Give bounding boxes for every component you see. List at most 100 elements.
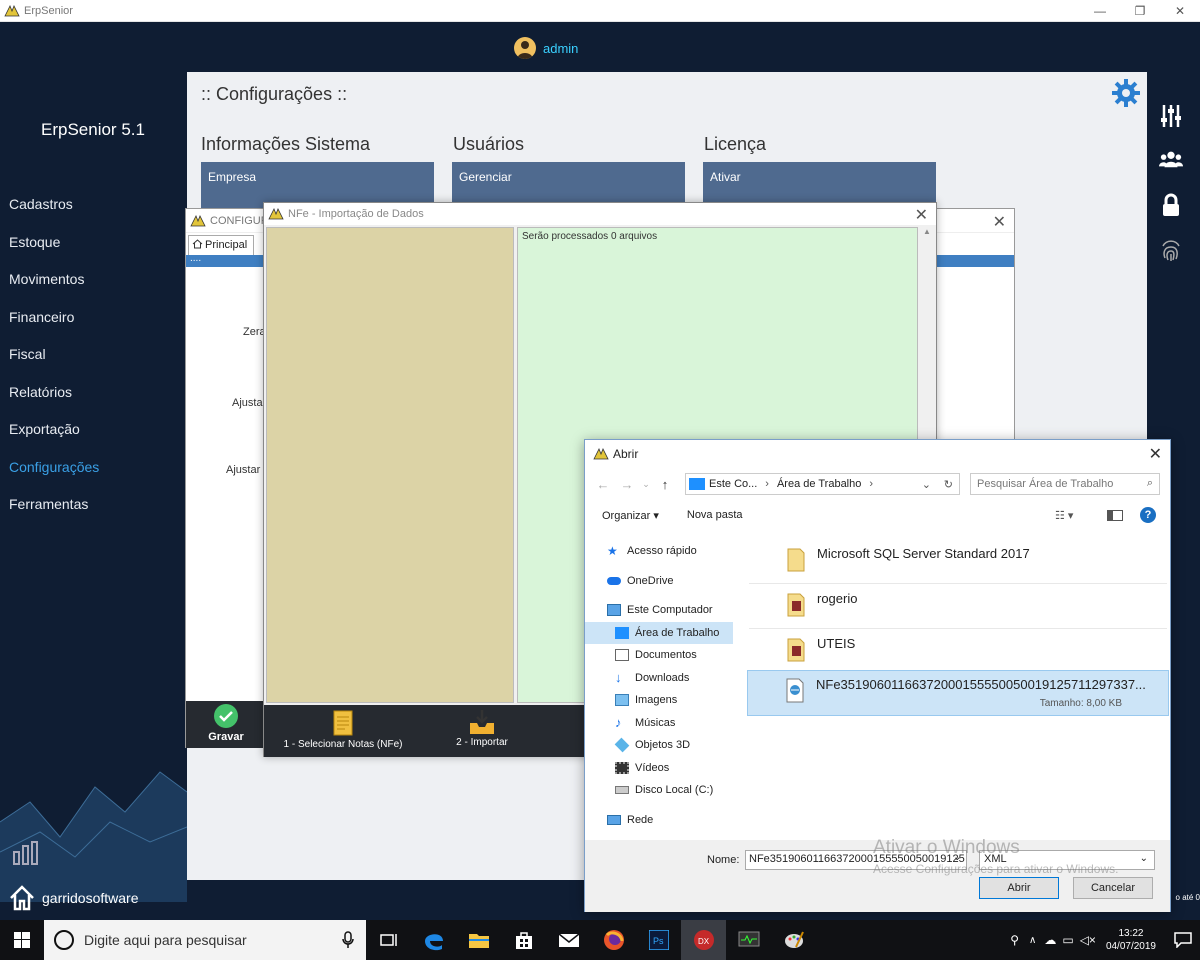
sidebar-item-estoque[interactable]: Estoque: [9, 232, 99, 270]
xml-file-icon: [786, 678, 804, 703]
import-button[interactable]: 2 - Importar: [447, 709, 517, 748]
tree-item-documentos[interactable]: Documentos: [585, 644, 733, 667]
tree-item-downloads[interactable]: ↓ Downloads: [585, 667, 733, 690]
tree-item-imagens[interactable]: Imagens: [585, 689, 733, 712]
forward-arrow-icon[interactable]: →: [615, 477, 639, 492]
tree-item-este-computador[interactable]: Este Computador: [585, 599, 733, 622]
disk-icon: [615, 786, 629, 795]
maximize-button[interactable]: ❐: [1120, 0, 1160, 22]
edge-icon[interactable]: [411, 920, 456, 960]
list-item[interactable]: rogerio: [749, 585, 1167, 629]
tree-item-videos[interactable]: Vídeos: [585, 757, 733, 780]
chevron-down-icon: ⌄: [1139, 853, 1148, 864]
sidebar-item-exportacao[interactable]: Exportação: [9, 419, 99, 457]
microphone-icon[interactable]: [342, 931, 354, 949]
monitor-app-icon[interactable]: [726, 920, 771, 960]
window-title: ErpSenior: [24, 4, 73, 17]
open-button[interactable]: Abrir: [979, 877, 1059, 899]
sidebar-item-financeiro[interactable]: Financeiro: [9, 307, 99, 345]
folder-icon: [787, 593, 805, 617]
cancel-button[interactable]: Cancelar: [1073, 877, 1153, 899]
fingerprint-icon[interactable]: [1159, 238, 1183, 262]
users-icon[interactable]: [1159, 147, 1183, 171]
tree-item-rede[interactable]: Rede: [585, 809, 733, 832]
list-item[interactable]: UTEIS: [749, 630, 1167, 674]
tree-label: Área de Trabalho: [635, 626, 720, 639]
tree-label: Downloads: [635, 671, 690, 684]
image-icon: [615, 694, 629, 707]
close-button[interactable]: ✕: [1160, 0, 1200, 22]
status-text: Serão processados 0 arquivos: [522, 231, 658, 242]
tab-principal[interactable]: Principal: [188, 235, 255, 255]
stats-icon[interactable]: [12, 840, 40, 866]
paint-palette-icon[interactable]: [771, 920, 816, 960]
recent-chevron-icon[interactable]: ⌄: [639, 479, 653, 490]
tree-item-acesso-rapido[interactable]: ★ Acesso rápido: [585, 540, 733, 563]
volume-icon[interactable]: ◁×: [1080, 933, 1096, 947]
save-button[interactable]: Gravar: [186, 701, 266, 748]
task-view-icon[interactable]: [366, 920, 411, 960]
gear-icon[interactable]: [1111, 78, 1141, 108]
chevron-up-icon[interactable]: ∧: [1029, 935, 1036, 946]
section-title-licenca: Licença: [704, 134, 767, 154]
tree-item-musicas[interactable]: ♪ Músicas: [585, 712, 733, 735]
sliders-icon[interactable]: [1159, 104, 1183, 128]
home-icon[interactable]: [8, 884, 36, 912]
onedrive-tray-icon[interactable]: ☁: [1044, 933, 1056, 947]
file-name: Microsoft SQL Server Standard 2017: [817, 546, 1030, 561]
breadcrumb-pc[interactable]: Este Co...: [709, 478, 757, 490]
app-logo-icon: [593, 448, 609, 460]
close-icon[interactable]: ✕: [915, 205, 928, 225]
photoshop-icon[interactable]: Ps: [636, 920, 681, 960]
nfe-file-list[interactable]: [266, 227, 514, 703]
refresh-icon[interactable]: ↻: [944, 478, 953, 491]
people-icon[interactable]: ⚲: [1010, 933, 1019, 947]
preview-pane-icon[interactable]: [1107, 509, 1123, 521]
address-bar[interactable]: Este Co... › Área de Trabalho › ⌄ ↻: [685, 473, 960, 495]
tree-label: OneDrive: [627, 574, 674, 587]
tree-label: Objetos 3D: [635, 739, 691, 752]
sidebar-item-movimentos[interactable]: Movimentos: [9, 269, 99, 307]
close-icon[interactable]: ✕: [1149, 444, 1162, 464]
tree-item-objetos-3d[interactable]: Objetos 3D: [585, 734, 733, 757]
list-item[interactable]: Microsoft SQL Server Standard 2017: [749, 540, 1167, 584]
sidebar-item-relatorios[interactable]: Relatórios: [9, 382, 99, 420]
user-header[interactable]: admin: [514, 37, 578, 59]
firefox-icon[interactable]: [591, 920, 636, 960]
tree-item-onedrive[interactable]: OneDrive: [585, 570, 733, 593]
sidebar-item-configuracoes[interactable]: Configurações: [9, 457, 99, 495]
list-item[interactable]: NFe3519060116637200015555005001912571129…: [747, 670, 1169, 716]
view-options-icon[interactable]: ☷ ▾: [1055, 509, 1073, 522]
select-notes-button[interactable]: 1 - Selecionar Notas (NFe): [278, 709, 408, 750]
tree-item-disco-local[interactable]: Disco Local (C:): [585, 779, 733, 802]
network-icon[interactable]: ▭: [1062, 933, 1073, 947]
lock-icon[interactable]: [1159, 193, 1183, 217]
search-placeholder: Pesquisar Área de Trabalho: [977, 478, 1114, 490]
taskbar-search-input[interactable]: Digite aqui para pesquisar: [44, 920, 366, 960]
clock[interactable]: 13:22 04/07/2019: [1106, 927, 1156, 953]
minimize-button[interactable]: —: [1080, 0, 1120, 22]
search-input[interactable]: Pesquisar Área de Trabalho ⌕: [970, 473, 1160, 495]
file-explorer-icon[interactable]: [456, 920, 501, 960]
back-arrow-icon[interactable]: ←: [591, 477, 615, 492]
new-folder-button[interactable]: Nova pasta: [687, 509, 743, 521]
download-tray-icon: [470, 710, 494, 734]
taskbar-search-placeholder: Digite aqui para pesquisar: [84, 932, 247, 948]
organizar-button[interactable]: Organizar ▾: [602, 509, 659, 522]
sidebar-item-cadastros[interactable]: Cadastros: [9, 194, 99, 232]
chevron-down-icon[interactable]: ⌄: [922, 478, 931, 491]
up-arrow-icon[interactable]: ↑: [653, 477, 677, 492]
windows-start-icon[interactable]: [0, 920, 44, 960]
help-icon[interactable]: ?: [1140, 507, 1156, 523]
star-icon: ★: [607, 544, 618, 559]
mail-icon[interactable]: [546, 920, 591, 960]
store-icon[interactable]: [501, 920, 546, 960]
notifications-icon[interactable]: [1166, 920, 1200, 960]
desktop-icon: [615, 626, 629, 639]
sidebar-item-fiscal[interactable]: Fiscal: [9, 344, 99, 382]
dx-app-icon[interactable]: DX: [681, 920, 726, 960]
breadcrumb-desktop[interactable]: Área de Trabalho: [777, 478, 861, 490]
tree-item-area-de-trabalho[interactable]: Área de Trabalho: [585, 621, 733, 644]
sidebar-item-ferramentas[interactable]: Ferramentas: [9, 494, 99, 532]
close-icon[interactable]: ✕: [993, 212, 1006, 232]
